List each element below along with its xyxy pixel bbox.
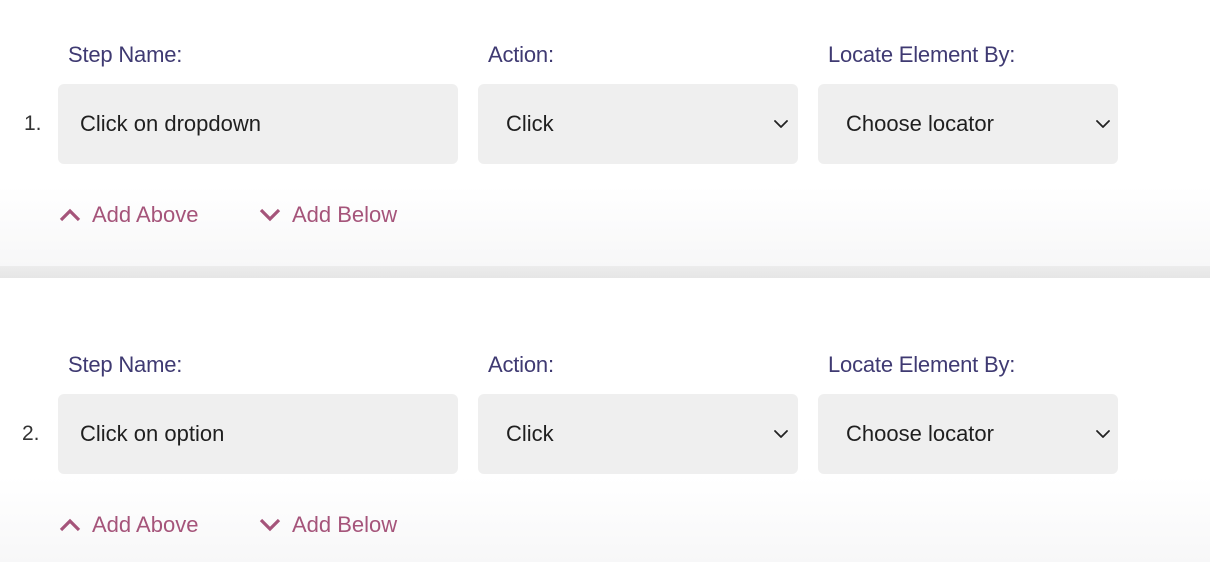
chevron-up-icon bbox=[59, 208, 81, 222]
add-above-button[interactable]: Add Above bbox=[58, 202, 198, 228]
chevron-down-icon bbox=[774, 120, 788, 128]
action-label: Action: bbox=[488, 42, 554, 67]
locator-select[interactable]: Choose locator bbox=[818, 84, 1118, 164]
locator-select-value: Choose locator bbox=[846, 111, 994, 136]
action-select[interactable]: Click bbox=[478, 394, 798, 474]
step-name-input[interactable]: Click on option bbox=[58, 394, 458, 474]
action-select-value: Click bbox=[506, 111, 554, 136]
add-below-label: Add Below bbox=[292, 202, 398, 227]
action-label: Action: bbox=[488, 352, 554, 377]
step-card-2: Step Name: Action: Locate Element By: 2.… bbox=[0, 278, 1210, 562]
chevron-down-icon bbox=[1096, 120, 1110, 128]
chevron-down-icon bbox=[259, 518, 281, 532]
locate-by-label: Locate Element By: bbox=[828, 42, 1016, 67]
step-number: 1. bbox=[24, 112, 42, 135]
locator-select[interactable]: Choose locator bbox=[818, 394, 1118, 474]
locate-by-label: Locate Element By: bbox=[828, 352, 1016, 377]
chevron-down-icon bbox=[259, 208, 281, 222]
chevron-down-icon bbox=[774, 430, 788, 438]
step-name-value: Click on option bbox=[80, 421, 225, 446]
chevron-up-icon bbox=[59, 518, 81, 532]
chevron-down-icon bbox=[1096, 430, 1110, 438]
step-name-value: Click on dropdown bbox=[80, 111, 261, 136]
action-select[interactable]: Click bbox=[478, 84, 798, 164]
add-below-button[interactable]: Add Below bbox=[258, 202, 397, 228]
locator-select-value: Choose locator bbox=[846, 421, 994, 446]
step-name-input[interactable]: Click on dropdown bbox=[58, 84, 458, 164]
add-below-button[interactable]: Add Below bbox=[258, 512, 397, 538]
step-name-label: Step Name: bbox=[68, 42, 183, 67]
add-above-button[interactable]: Add Above bbox=[58, 512, 198, 538]
add-above-label: Add Above bbox=[92, 512, 199, 537]
add-below-label: Add Below bbox=[292, 512, 398, 537]
step-name-label: Step Name: bbox=[68, 352, 183, 377]
step-card-1: Step Name: Action: Locate Element By: 1.… bbox=[0, 0, 1210, 266]
card-divider bbox=[0, 266, 1210, 278]
add-above-label: Add Above bbox=[92, 202, 199, 227]
step-number: 2. bbox=[22, 422, 40, 445]
action-select-value: Click bbox=[506, 421, 554, 446]
